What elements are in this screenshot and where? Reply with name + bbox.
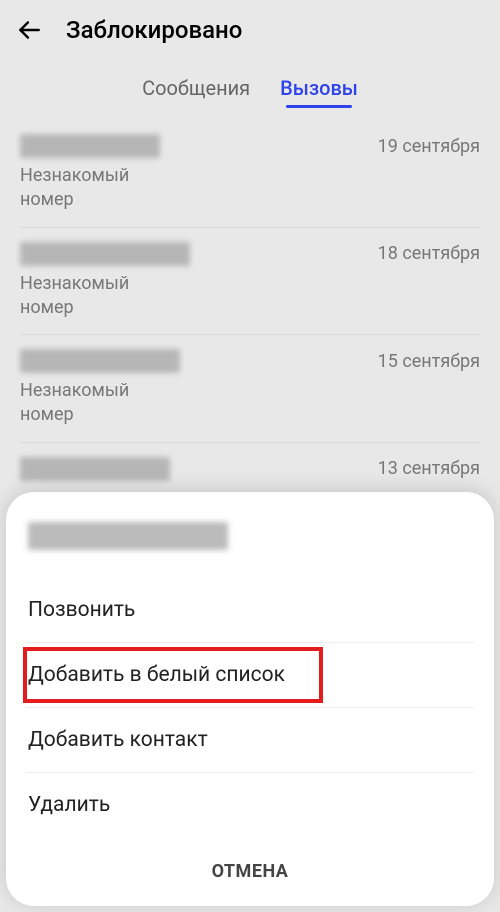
call-date: 18 сентября	[378, 243, 480, 264]
option-whitelist-label: Добавить в белый список	[28, 663, 285, 687]
censored-number	[28, 522, 228, 550]
option-whitelist[interactable]: Добавить в белый список	[26, 643, 474, 708]
call-date: 19 сентября	[378, 136, 480, 157]
sheet-options: Позвонить Добавить в белый список Добави…	[26, 578, 474, 837]
tab-calls[interactable]: Вызовы	[280, 76, 358, 106]
list-item[interactable]: 18 сентября Незнакомыйномер	[20, 228, 480, 336]
censored-number	[20, 134, 160, 158]
tab-messages[interactable]: Сообщения	[142, 76, 250, 106]
option-call[interactable]: Позвонить	[26, 578, 474, 643]
call-list: 19 сентября Незнакомыйномер 18 сентября …	[0, 114, 500, 495]
call-date: 15 сентября	[378, 351, 480, 372]
call-sub: Незнакомыйномер	[20, 272, 480, 321]
cancel-button[interactable]: ОТМЕНА	[26, 837, 474, 904]
call-date: 13 сентября	[378, 458, 480, 479]
header: Заблокировано	[0, 0, 500, 56]
call-sub: Незнакомыйномер	[20, 379, 480, 428]
list-item[interactable]: 19 сентября Незнакомыйномер	[20, 114, 480, 228]
call-sub: Незнакомыйномер	[20, 164, 480, 213]
action-sheet: Позвонить Добавить в белый список Добави…	[6, 492, 494, 906]
page-title: Заблокировано	[66, 16, 242, 44]
censored-number	[20, 242, 190, 266]
censored-number	[20, 457, 170, 481]
tabs: Сообщения Вызовы	[0, 56, 500, 114]
back-arrow-icon[interactable]	[16, 17, 42, 43]
list-item[interactable]: 15 сентября Незнакомыйномер	[20, 335, 480, 443]
option-delete[interactable]: Удалить	[26, 773, 474, 837]
list-item[interactable]: 13 сентября	[20, 443, 480, 495]
sheet-header	[26, 512, 474, 578]
option-add-contact[interactable]: Добавить контакт	[26, 708, 474, 773]
censored-number	[20, 349, 180, 373]
